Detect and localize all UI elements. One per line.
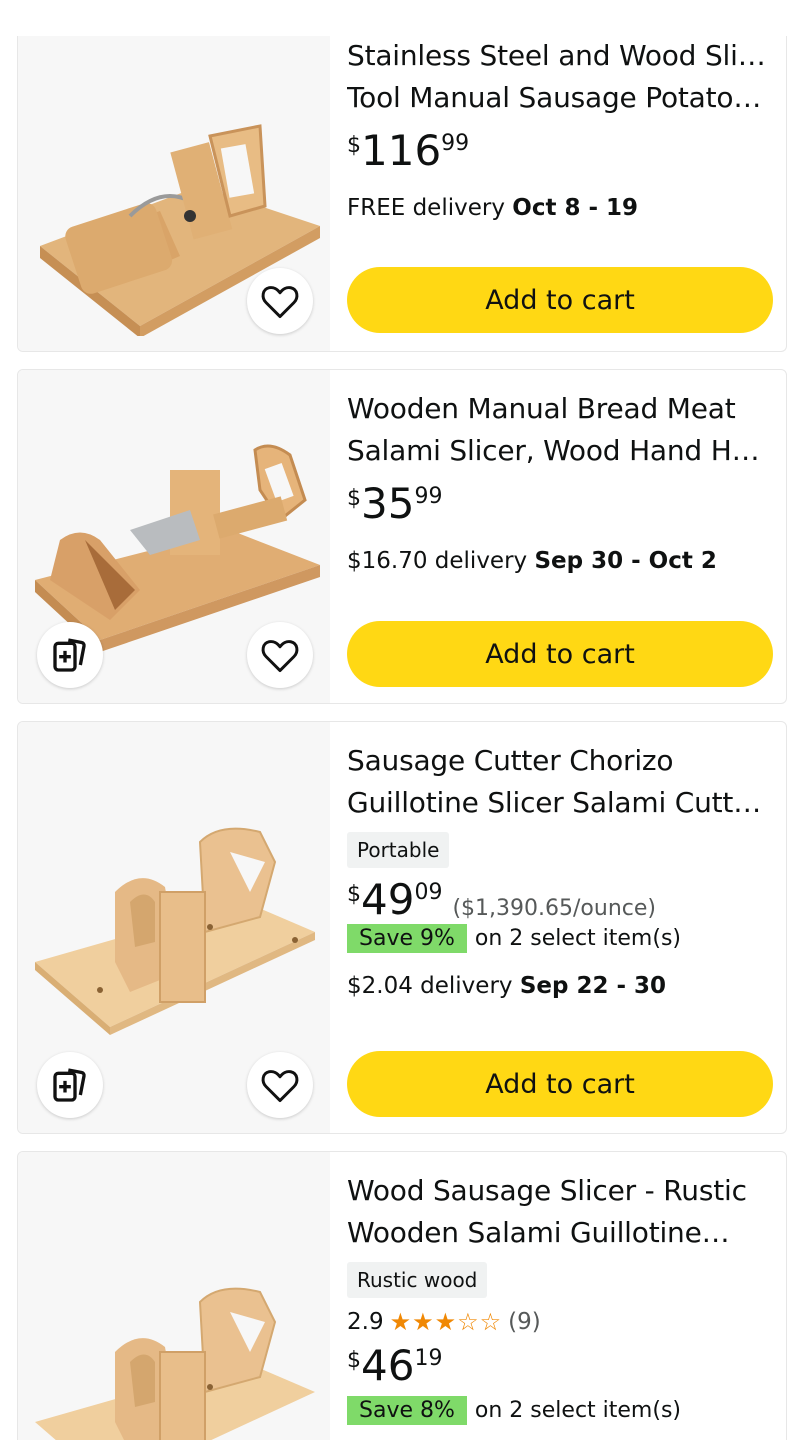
title-line: Tool Manual Sausage Potato… <box>347 81 762 114</box>
price-symbol: $ <box>347 486 361 511</box>
product-image-area[interactable] <box>18 722 330 1133</box>
price-fraction: 19 <box>414 1346 443 1371</box>
unit-price: ($1,390.65/ounce) <box>452 896 656 921</box>
save-badge: Save 9% <box>347 924 467 953</box>
price-whole: 46 <box>361 1341 415 1390</box>
delivery-prefix: $2.04 delivery <box>347 973 520 999</box>
product-title[interactable]: Stainless Steel and Wood Slicer Tool Man… <box>347 36 770 119</box>
product-title[interactable]: Sausage Cutter Chorizo Guillotine Slicer… <box>347 740 770 824</box>
delivery-info: $16.70 delivery Sep 30 - Oct 2 <box>347 548 770 574</box>
wishlist-button[interactable] <box>247 268 313 334</box>
savings-row: Save 9% on 2 select item(s) <box>347 924 770 953</box>
price-whole: 116 <box>361 126 442 175</box>
product-price: $ 46 19 <box>347 1342 770 1390</box>
product-info: Sausage Cutter Chorizo Guillotine Slicer… <box>347 722 770 999</box>
delivery-dates: Oct 8 - 19 <box>512 195 639 221</box>
product-card[interactable]: Sausage Cutter Chorizo Guillotine Slicer… <box>17 721 787 1134</box>
title-line: Guillotine Slicer Salami Cutte… <box>347 786 770 819</box>
delivery-info: $2.04 delivery Sep 22 - 30 <box>347 973 770 999</box>
product-card[interactable]: Wooden Manual Bread Meat Salami Slicer, … <box>17 369 787 704</box>
compare-button[interactable] <box>37 1052 103 1118</box>
product-image-area[interactable] <box>18 370 330 703</box>
product-price: $ 116 99 <box>347 127 770 175</box>
compare-icon <box>53 638 86 672</box>
save-text: on 2 select item(s) <box>474 926 681 951</box>
price-whole: 49 <box>361 875 415 924</box>
star-rating-icon: ★★★☆☆ <box>389 1308 503 1336</box>
wishlist-button[interactable] <box>247 622 313 688</box>
delivery-info: FREE delivery Oct 8 - 19 <box>347 195 770 221</box>
delivery-prefix: $16.70 delivery <box>347 548 535 574</box>
delivery-dates: Sep 30 - Oct 2 <box>534 548 717 574</box>
title-line: Wooden Salami Guillotine… <box>347 1216 730 1249</box>
rating-row[interactable]: 2.9 ★★★☆☆ (9) <box>347 1308 770 1336</box>
product-image[interactable] <box>30 822 320 1052</box>
heart-icon <box>261 1070 299 1103</box>
heart-icon <box>261 640 299 673</box>
compare-button[interactable] <box>37 622 103 688</box>
delivery-prefix: FREE delivery <box>347 195 513 221</box>
product-info: Stainless Steel and Wood Slicer Tool Man… <box>347 36 770 221</box>
product-image[interactable] <box>30 1272 320 1440</box>
title-line: Salami Slicer, Wood Hand Hel… <box>347 434 770 467</box>
delivery-dates: Sep 22 - 30 <box>519 973 667 999</box>
product-card[interactable]: Stainless Steel and Wood Slicer Tool Man… <box>17 36 787 352</box>
product-card[interactable]: Wood Sausage Slicer - Rustic Wooden Sala… <box>17 1151 787 1440</box>
product-title[interactable]: Wood Sausage Slicer - Rustic Wooden Sala… <box>347 1170 770 1254</box>
product-info: Wooden Manual Bread Meat Salami Slicer, … <box>347 370 770 574</box>
price-symbol: $ <box>347 882 361 907</box>
product-image-area[interactable] <box>18 36 330 351</box>
wishlist-button[interactable] <box>247 1052 313 1118</box>
compare-icon <box>53 1068 86 1102</box>
product-image-area[interactable] <box>18 1152 330 1440</box>
price-fraction: 09 <box>414 880 443 905</box>
title-line: Wood Sausage Slicer - Rustic <box>347 1174 747 1207</box>
product-price: $ 35 99 <box>347 480 770 528</box>
title-line: Wooden Manual Bread Meat <box>347 392 736 425</box>
price-fraction: 99 <box>414 484 443 509</box>
add-to-cart-button[interactable]: Add to cart <box>347 1051 773 1117</box>
price-symbol: $ <box>347 1348 361 1373</box>
price-symbol: $ <box>347 133 361 158</box>
product-title[interactable]: Wooden Manual Bread Meat Salami Slicer, … <box>347 388 770 472</box>
rating-value: 2.9 <box>347 1309 384 1335</box>
review-count[interactable]: (9) <box>508 1309 541 1335</box>
price-whole: 35 <box>361 479 415 528</box>
title-line: Stainless Steel and Wood Slicer <box>347 39 770 72</box>
price-fraction: 99 <box>441 131 470 156</box>
save-badge: Save 8% <box>347 1396 467 1425</box>
save-text: on 2 select item(s) <box>474 1398 681 1423</box>
product-info: Wood Sausage Slicer - Rustic Wooden Sala… <box>347 1152 770 1425</box>
heart-icon <box>261 286 299 319</box>
title-line: Sausage Cutter Chorizo <box>347 744 674 777</box>
product-price: $ 49 09 ($1,390.65/ounce) <box>347 876 770 924</box>
savings-row: Save 8% on 2 select item(s) <box>347 1396 770 1425</box>
add-to-cart-button[interactable]: Add to cart <box>347 267 773 333</box>
add-to-cart-button[interactable]: Add to cart <box>347 621 773 687</box>
feature-badge: Rustic wood <box>347 1262 488 1298</box>
feature-badge: Portable <box>347 832 450 868</box>
